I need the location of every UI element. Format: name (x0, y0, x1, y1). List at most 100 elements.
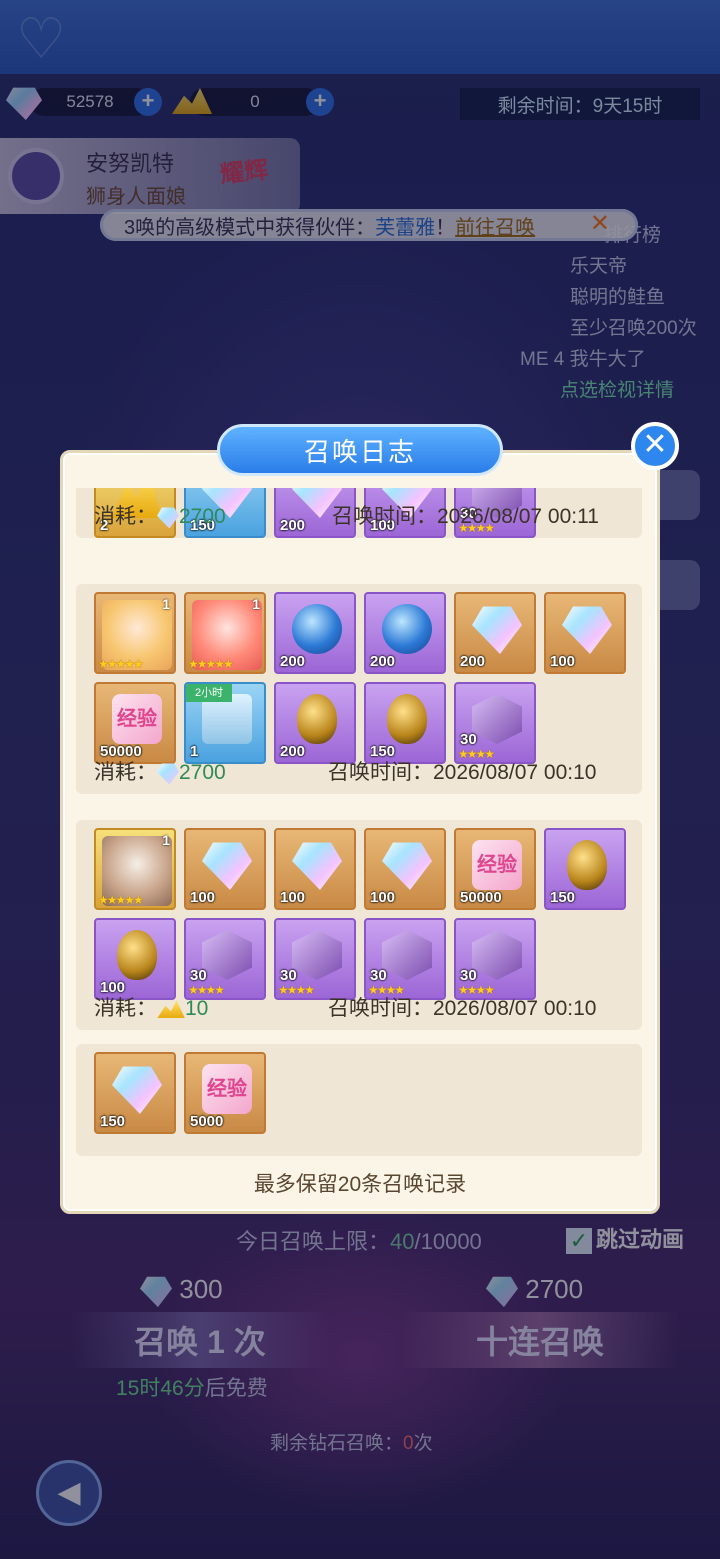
star-rating: ★★★★★ (188, 657, 234, 671)
item-quantity: 100 (550, 653, 576, 670)
reward-item[interactable]: 200 (454, 592, 536, 674)
summon-log-list[interactable]: 2 150 200 100 30 ★★★★ 消耗： 2700 召唤时间：2026/08/07 0… (76, 488, 642, 1158)
reward-item[interactable]: 经验 5000 (184, 1052, 266, 1134)
item-text: 经验 (477, 854, 517, 876)
time-label: 召唤时间： (328, 761, 433, 784)
item-quantity: 100 (190, 889, 216, 906)
summon-time: 召唤时间：2026/08/07 00:10 (328, 992, 597, 1022)
crystal-icon (472, 606, 522, 654)
item-quantity: 50000 (460, 889, 502, 906)
orb-icon (382, 604, 432, 654)
item-text: 经验 (207, 1078, 247, 1100)
cost-label: 消耗： (94, 761, 157, 784)
reward-item[interactable]: 1 ★★★★★ (94, 828, 176, 910)
gem-icon (157, 507, 179, 529)
summon-cost: 消耗： 2700 (94, 500, 226, 530)
cube-icon (292, 930, 342, 980)
reward-item[interactable]: 30 ★★★★ (454, 682, 536, 764)
dialog-title-banner: 召唤日志 (217, 424, 503, 476)
egg-icon (567, 840, 607, 890)
cost-label: 消耗： (94, 997, 157, 1020)
cost-value: 2700 (179, 761, 226, 784)
item-quantity: 30 (460, 967, 477, 984)
cost-value: 10 (185, 997, 209, 1020)
item-quantity: 200 (280, 653, 306, 670)
item-quantity: 150 (550, 889, 576, 906)
reward-item[interactable]: 1 ★★★★★ (94, 592, 176, 674)
egg-icon (297, 694, 337, 744)
summon-time: 召唤时间：2026/08/07 00:11 (332, 500, 599, 530)
cube-icon (382, 930, 432, 980)
reward-item[interactable]: 30 ★★★★ (454, 918, 536, 1000)
egg-icon (117, 930, 157, 980)
item-quantity: 200 (370, 653, 396, 670)
item-quantity: 30 (190, 967, 207, 984)
heart-icon: 经验 (202, 1064, 252, 1114)
cost-value: 2700 (179, 505, 226, 528)
star-rating: ★★★★ (278, 983, 315, 997)
log-entry: 1 ★★★★★ 100 100 100 经验 50000 150 100 30 ★★★★ 30 ★★★★… (76, 820, 642, 1030)
item-quantity: 150 (100, 1113, 126, 1130)
summon-cost: 消耗： 10 (94, 992, 208, 1022)
cube-icon (472, 930, 522, 980)
heart-icon: 经验 (112, 694, 162, 744)
reward-item[interactable]: 经验 50000 (454, 828, 536, 910)
reward-item[interactable]: 100 (184, 828, 266, 910)
item-quantity: 30 (460, 731, 477, 748)
crystal-icon (202, 842, 252, 890)
item-text: 经验 (117, 708, 157, 730)
reward-item[interactable]: 200 (364, 592, 446, 674)
item-quantity: 200 (460, 653, 486, 670)
reward-item[interactable]: 150 (544, 828, 626, 910)
reward-item[interactable]: 150 (94, 1052, 176, 1134)
reward-item[interactable]: 100 (94, 918, 176, 1000)
gem-icon (157, 763, 179, 785)
time-label: 召唤时间： (332, 505, 437, 528)
item-quantity: 5000 (190, 1113, 224, 1130)
time-value: 2026/08/07 00:10 (433, 761, 597, 784)
reward-item[interactable]: 经验 50000 (94, 682, 176, 764)
reward-item[interactable]: 100 (364, 828, 446, 910)
cube-icon (472, 694, 522, 744)
heart-icon: 经验 (472, 840, 522, 890)
cube-icon (202, 930, 252, 980)
reward-item[interactable]: 200 (274, 682, 356, 764)
reward-item[interactable]: 150 (364, 682, 446, 764)
time-label: 召唤时间： (328, 997, 433, 1020)
time-value: 2026/08/07 00:10 (433, 997, 597, 1020)
orb-icon (292, 604, 342, 654)
summon-time: 召唤时间：2026/08/07 00:10 (328, 756, 597, 786)
item-quantity: 30 (280, 967, 297, 984)
reward-item[interactable]: 100 (274, 828, 356, 910)
item-count: 1 (252, 596, 260, 612)
time-value: 2026/08/07 00:11 (437, 505, 599, 528)
gold-icon (157, 1000, 185, 1019)
item-quantity: 200 (280, 743, 306, 760)
item-count: 1 (162, 596, 170, 612)
egg-icon (387, 694, 427, 744)
log-entry: 2 150 200 100 30 ★★★★ 消耗： 2700 召唤时间：2026/08/07 0… (76, 488, 642, 538)
log-retention-note: 最多保留20条召唤记录 (253, 1173, 467, 1196)
crystal-icon (112, 1066, 162, 1114)
log-entry: 1 ★★★★★ 1 ★★★★★ 200 200 200 100 经验 50000 2小时 1 200 15… (76, 584, 642, 794)
duration-tag: 2小时 (186, 684, 232, 702)
reward-item[interactable]: 30 ★★★★ (364, 918, 446, 1000)
crystal-icon (292, 842, 342, 890)
reward-item[interactable]: 100 (544, 592, 626, 674)
star-rating: ★★★★★ (98, 893, 144, 907)
reward-item[interactable]: 30 ★★★★ (184, 918, 266, 1000)
item-quantity: 200 (280, 517, 306, 534)
star-rating: ★★★★★ (98, 657, 144, 671)
dialog-title: 召唤日志 (303, 436, 416, 467)
reward-item[interactable]: 200 (274, 592, 356, 674)
crystal-icon (382, 842, 432, 890)
reward-item[interactable]: 30 ★★★★ (274, 918, 356, 1000)
reward-item[interactable]: 2小时 1 (184, 682, 266, 764)
reward-item[interactable]: 1 ★★★★★ (184, 592, 266, 674)
summon-cost: 消耗： 2700 (94, 756, 226, 786)
crystal-icon (562, 606, 612, 654)
close-dialog-button[interactable]: ✕ (631, 422, 679, 470)
item-quantity: 100 (370, 889, 396, 906)
item-count: 1 (162, 832, 170, 848)
item-quantity: 100 (280, 889, 306, 906)
